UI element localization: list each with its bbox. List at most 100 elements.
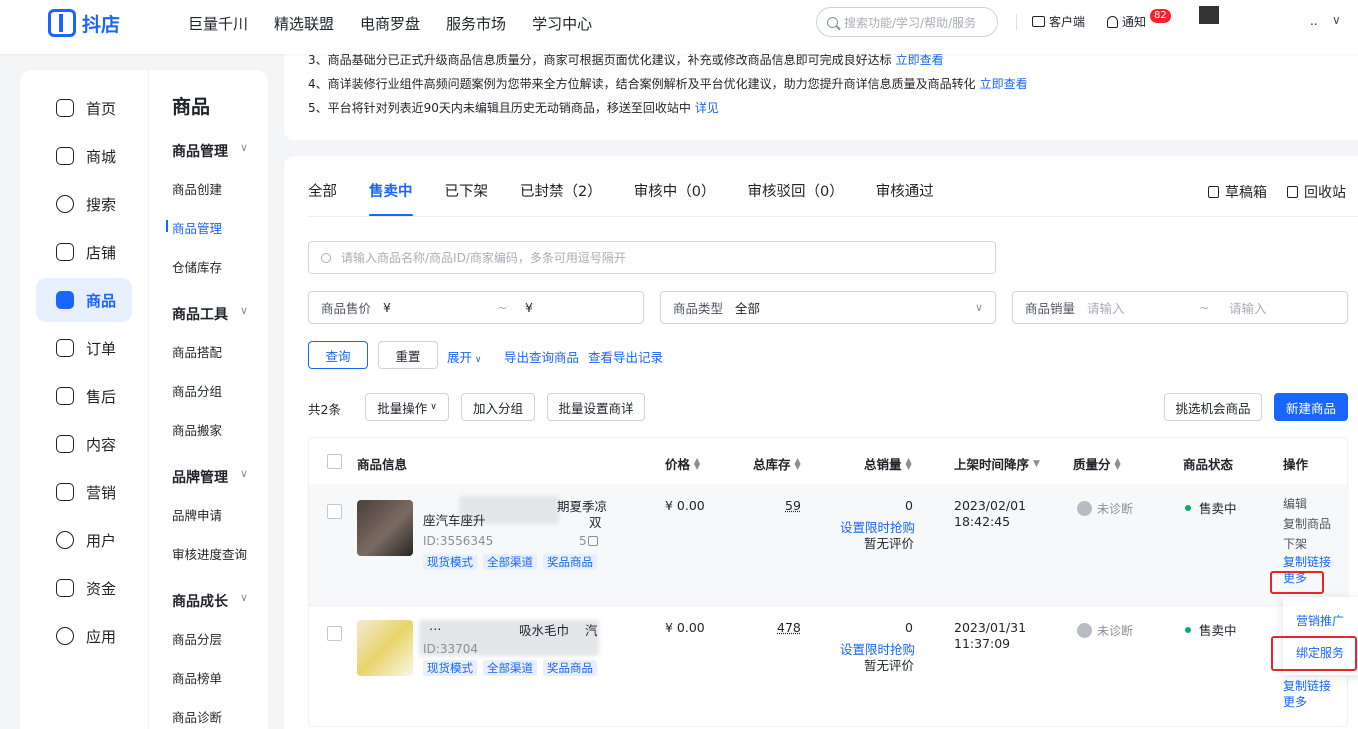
sidebar-subitem-active[interactable]: 商品管理 bbox=[166, 218, 268, 237]
top-nav-item[interactable]: 精选联盟 bbox=[274, 13, 334, 34]
sidebar-item-wallet[interactable]: 资金 bbox=[36, 566, 132, 610]
price-range-field[interactable]: 商品售价 ¥ ~ ¥ bbox=[308, 291, 644, 324]
drafts-button[interactable]: 草稿箱 bbox=[1208, 182, 1267, 202]
brand-logo[interactable]: 抖店 bbox=[48, 9, 120, 37]
user-name[interactable]: .. bbox=[1310, 14, 1318, 28]
sidebar-item-order[interactable]: 订单 bbox=[36, 326, 132, 370]
sort-desc-icon: ▼ bbox=[1033, 458, 1040, 469]
sidebar-subitem[interactable]: 审核进度查询 bbox=[172, 544, 268, 563]
divider bbox=[308, 216, 1358, 217]
menu-item-marketing-promotion[interactable]: 营销推广 bbox=[1296, 612, 1344, 629]
sidebar-item-mall[interactable]: 商城 bbox=[36, 134, 132, 178]
tab-rejected[interactable]: 审核驳回（0） bbox=[747, 180, 843, 201]
sales-range-field[interactable]: 商品销量 请输入 ~ 请输入 bbox=[1012, 291, 1348, 324]
sidebar-subitem[interactable]: 商品分组 bbox=[172, 381, 268, 400]
product-thumbnail[interactable] bbox=[357, 500, 413, 556]
sort-quality-header[interactable]: 质量分 ▲ ▼ bbox=[1073, 454, 1121, 473]
product-title-part[interactable]: 吸水毛巾 bbox=[519, 620, 569, 639]
avatar[interactable] bbox=[1199, 6, 1219, 24]
product-title-part[interactable]: 座汽车座升 bbox=[423, 510, 486, 529]
sidebar-subitem[interactable]: 商品榜单 bbox=[172, 668, 268, 687]
nav-group-header[interactable]: 商品工具 ∨ bbox=[172, 304, 268, 324]
product-thumbnail[interactable] bbox=[357, 620, 413, 676]
stock-value[interactable]: 478 bbox=[777, 620, 801, 635]
copy-link[interactable]: 复制链接 bbox=[1283, 554, 1331, 570]
more-link[interactable]: 更多 bbox=[1283, 694, 1331, 710]
sidebar-item-store[interactable]: 店铺 bbox=[36, 230, 132, 274]
recycle-label: 回收站 bbox=[1304, 185, 1346, 201]
sidebar-subitem[interactable]: 商品创建 bbox=[172, 179, 268, 198]
sidebar-subitem[interactable]: 商品搭配 bbox=[172, 342, 268, 361]
nav-group-header[interactable]: 商品成长 ∨ bbox=[172, 591, 268, 611]
sidebar-item-content[interactable]: 内容 bbox=[36, 422, 132, 466]
global-search-input[interactable]: 搜索功能/学习/帮助/服务 bbox=[816, 7, 998, 37]
tab-all[interactable]: 全部 bbox=[308, 180, 337, 201]
notice-link[interactable]: 立即查看 bbox=[980, 77, 1028, 91]
sidebar-item-apps[interactable]: 应用 bbox=[36, 614, 132, 658]
tab-banned[interactable]: 已封禁（2） bbox=[520, 180, 602, 201]
sidebar-item-user[interactable]: 用户 bbox=[36, 518, 132, 562]
sidebar-item-home[interactable]: 首页 bbox=[36, 86, 132, 130]
new-product-button[interactable]: 新建商品 bbox=[1274, 393, 1348, 421]
keyword-search-input[interactable]: 请输入商品名称/商品ID/商家编码，多条可用逗号隔开 bbox=[308, 241, 996, 274]
row-checkbox[interactable] bbox=[327, 626, 342, 641]
pick-opportunity-button[interactable]: 挑选机会商品 bbox=[1164, 393, 1262, 421]
sidebar-item-aftersale[interactable]: 售后 bbox=[36, 374, 132, 418]
home-icon bbox=[56, 99, 74, 117]
sidebar-subitem[interactable]: 品牌申请 bbox=[172, 505, 268, 524]
sidebar-item-marketing[interactable]: 营销 bbox=[36, 470, 132, 514]
recycle-bin-button[interactable]: 回收站 bbox=[1287, 182, 1346, 202]
sidebar-subitem[interactable]: 仓储库存 bbox=[172, 257, 268, 276]
copy-link[interactable]: 复制链接 bbox=[1283, 678, 1331, 694]
product-tags: 现货模式 全部渠道 奖品商品 bbox=[423, 554, 597, 570]
chevron-down-icon[interactable]: ∨ bbox=[1332, 13, 1341, 27]
stock-value[interactable]: 59 bbox=[785, 498, 801, 513]
top-nav-item[interactable]: 巨量千川 bbox=[188, 13, 248, 34]
export-link[interactable]: 导出查询商品 bbox=[504, 347, 579, 366]
top-nav-item[interactable]: 服务市场 bbox=[446, 13, 506, 34]
notification-button[interactable]: 通知 82 bbox=[1107, 8, 1171, 30]
sidebar-subitem[interactable]: 商品诊断 bbox=[172, 707, 268, 726]
reset-button[interactable]: 重置 bbox=[378, 341, 438, 369]
nav-group-header[interactable]: 商品管理 ∨ bbox=[172, 141, 268, 161]
sidebar-subitem[interactable]: 商品分层 bbox=[172, 629, 268, 648]
select-all-checkbox[interactable] bbox=[327, 454, 342, 469]
delist-link[interactable]: 下架 bbox=[1283, 534, 1331, 554]
tab-approved[interactable]: 审核通过 bbox=[876, 180, 934, 201]
add-to-group-button[interactable]: 加入分组 bbox=[461, 393, 535, 421]
sort-stock-header[interactable]: 总库存 ▲ ▼ bbox=[753, 454, 801, 473]
row-checkbox[interactable] bbox=[327, 504, 342, 519]
batch-detail-button[interactable]: 批量设置商详 bbox=[547, 393, 645, 421]
copy-product-link[interactable]: 复制商品 bbox=[1283, 514, 1331, 534]
status-badge: 售卖中 bbox=[1185, 498, 1237, 517]
product-title-part[interactable]: … bbox=[429, 618, 442, 633]
range-separator: ~ bbox=[1199, 300, 1210, 315]
top-nav-item[interactable]: 学习中心 bbox=[532, 13, 592, 34]
sort-price-header[interactable]: 价格 ▲ ▼ bbox=[665, 454, 700, 473]
nav-group-header[interactable]: 品牌管理 ∨ bbox=[172, 467, 268, 487]
sales-value: 0 bbox=[905, 498, 913, 513]
tab-on-sale[interactable]: 售卖中 bbox=[369, 180, 413, 217]
export-log-link[interactable]: 查看导出记录 bbox=[588, 347, 663, 366]
notice-link[interactable]: 立即查看 bbox=[896, 53, 944, 67]
expand-filters-link[interactable]: 展开 ∨ bbox=[447, 347, 481, 366]
query-button[interactable]: 查询 bbox=[308, 341, 368, 369]
top-nav-item[interactable]: 电商罗盘 bbox=[360, 13, 420, 34]
sidebar-item-search[interactable]: 搜索 bbox=[36, 182, 132, 226]
copy-icon[interactable] bbox=[588, 536, 598, 546]
product-type-select[interactable]: 商品类型 全部 ∨ bbox=[660, 291, 996, 324]
edit-link[interactable]: 编辑 bbox=[1283, 494, 1331, 514]
tab-reviewing[interactable]: 审核中（0） bbox=[634, 180, 716, 201]
tag: 全部渠道 bbox=[483, 660, 537, 676]
sort-listed-time-header[interactable]: 上架时间降序 ▼ bbox=[954, 454, 1040, 473]
sort-sales-header[interactable]: 总销量 ▲ ▼ bbox=[864, 454, 912, 473]
divider bbox=[1016, 14, 1017, 30]
tab-off-shelf[interactable]: 已下架 bbox=[445, 180, 489, 201]
sidebar-subitem[interactable]: 商品搬家 bbox=[172, 420, 268, 439]
notice-link[interactable]: 详见 bbox=[695, 101, 719, 115]
sidebar-item-product[interactable]: 商品 bbox=[36, 278, 132, 322]
column-header: 商品信息 bbox=[357, 457, 408, 472]
client-download-link[interactable]: 客户端 bbox=[1032, 13, 1085, 30]
tag: 全部渠道 bbox=[483, 554, 537, 570]
batch-operation-dropdown[interactable]: 批量操作 ∨ bbox=[365, 393, 449, 421]
